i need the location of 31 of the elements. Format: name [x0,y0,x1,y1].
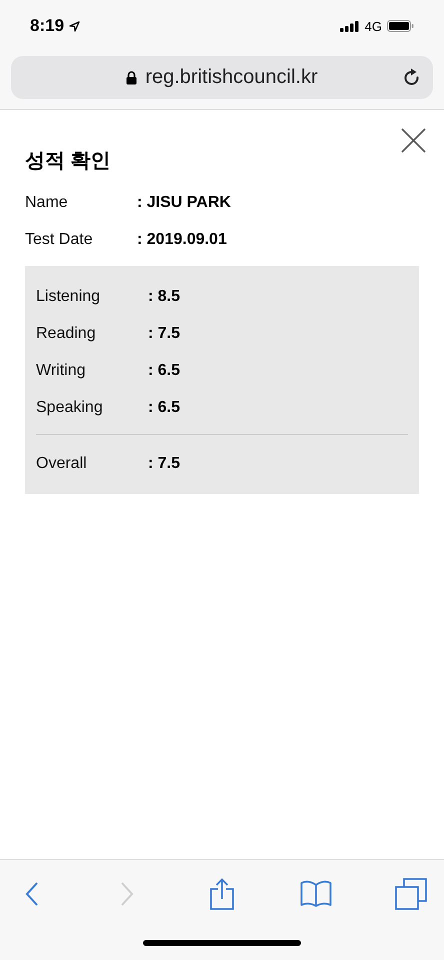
tabs-icon [395,878,427,910]
field-value: : JISU PARK [137,194,231,212]
book-icon [300,880,332,908]
signal-icon [340,20,360,32]
page-title: 성적 확인 [25,149,112,174]
field-label: Test Date [25,230,94,248]
score-value: : 6.5 [148,398,180,416]
close-icon[interactable] [401,128,426,153]
address-bar[interactable]: reg.britishcouncil.kr [11,56,433,99]
network-type: 4G [364,18,382,34]
score-value: : 8.5 [148,288,180,306]
chevron-right-icon [120,882,134,906]
url-text: reg.britishcouncil.kr [145,66,318,89]
battery-icon [387,20,414,32]
location-arrow-icon [69,20,80,32]
tabs-button[interactable] [394,876,428,912]
score-value: : 6.5 [148,362,180,380]
score-label: Listening [36,288,102,306]
field-value: : 2019.09.01 [137,230,227,248]
lock-icon [126,70,138,84]
reload-icon[interactable] [403,68,421,88]
score-value: : 7.5 [148,454,180,472]
chevron-left-icon [25,882,39,906]
score-label: Speaking [36,398,104,416]
clock-time: 8:19 [30,16,64,36]
score-value: : 7.5 [148,324,180,342]
score-label: Reading [36,324,97,342]
score-label: Writing [36,362,86,380]
share-icon [208,878,234,910]
score-label: Overall [36,454,88,472]
field-label: Name [25,194,69,212]
